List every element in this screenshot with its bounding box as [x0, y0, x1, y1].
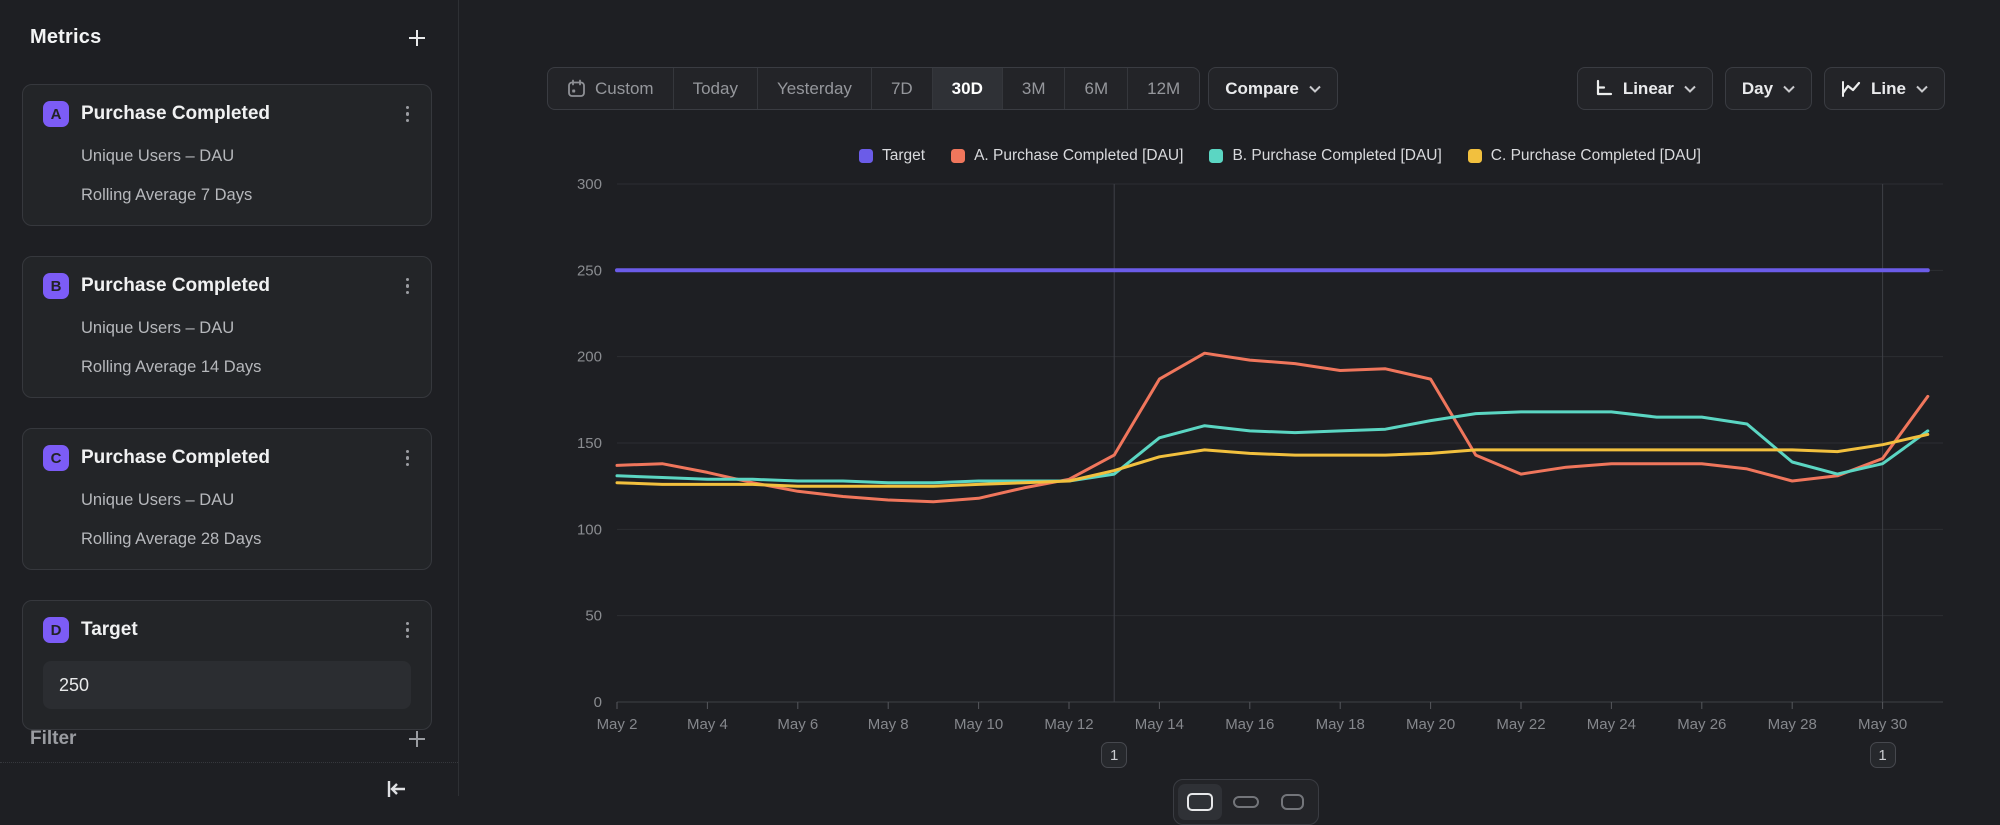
x-axis-tick-label: May 28	[1768, 716, 1817, 733]
chart-view-expanded-button[interactable]	[1178, 784, 1222, 820]
metric-detail-line: Rolling Average 28 Days	[81, 530, 411, 549]
metric-title: Purchase Completed	[81, 447, 404, 469]
metric-detail-line: Unique Users – DAU	[81, 147, 411, 166]
x-axis-tick-label: May 2	[597, 716, 638, 733]
kebab-menu-icon[interactable]	[404, 102, 412, 127]
annotation-badge[interactable]: 1	[1870, 742, 1896, 768]
metric-title: Purchase Completed	[81, 275, 404, 297]
x-axis-tick-label: May 18	[1316, 716, 1365, 733]
filter-section-title: Filter	[30, 728, 76, 750]
x-axis-tick-label: May 8	[868, 716, 909, 733]
metric-detail-line: Unique Users – DAU	[81, 319, 411, 338]
series-line[interactable]	[617, 353, 1928, 502]
target-value-input[interactable]: 250	[43, 661, 411, 709]
y-axis-tick-label: 50	[585, 608, 602, 625]
collapse-left-icon	[384, 777, 408, 797]
y-axis-tick-label: 300	[577, 176, 602, 193]
plus-icon	[406, 728, 428, 750]
chart-panel: CustomTodayYesterday7D30D3M6M12M Compare…	[460, 0, 2000, 796]
metrics-sidebar: Metrics A Purchase Completed Unique Users …	[0, 0, 459, 796]
filter-header: Filter	[0, 728, 458, 750]
metric-detail-line: Rolling Average 7 Days	[81, 186, 411, 205]
kebab-menu-icon[interactable]	[404, 446, 412, 471]
chart-view-compact-button[interactable]	[1270, 784, 1314, 820]
add-filter-button[interactable]	[406, 728, 428, 750]
series-line[interactable]	[617, 412, 1928, 483]
metric-card-header: A Purchase Completed	[43, 101, 411, 127]
metric-card-header: D Target	[43, 617, 411, 643]
collapse-sidebar-button[interactable]	[378, 776, 414, 801]
x-axis-tick-label: May 26	[1677, 716, 1726, 733]
chart-view-split-icon	[1233, 796, 1259, 808]
chart-view-switcher	[1173, 779, 1319, 825]
chart-view-split-button[interactable]	[1224, 784, 1268, 820]
chart-view-compact-icon	[1281, 794, 1304, 810]
metric-card-list: A Purchase Completed Unique Users – DAU Rol…	[22, 84, 432, 760]
x-axis-tick-label: May 14	[1135, 716, 1184, 733]
app-root: { "colors": { "background": "#1e1f23", "…	[0, 0, 2000, 796]
metrics-section-title: Metrics	[30, 26, 101, 49]
annotation-badge[interactable]: 1	[1101, 742, 1127, 768]
x-axis-tick-label: May 30	[1858, 716, 1907, 733]
add-metric-button[interactable]	[406, 27, 428, 49]
metric-card-d[interactable]: D Target 250	[22, 600, 432, 730]
y-axis-tick-label: 200	[577, 349, 602, 366]
metric-letter-badge: C	[43, 445, 69, 471]
series-line[interactable]	[617, 434, 1928, 486]
y-axis-tick-label: 100	[577, 521, 602, 538]
x-axis-tick-label: May 4	[687, 716, 728, 733]
metric-card-c[interactable]: C Purchase Completed Unique Users – DAU Rol…	[22, 428, 432, 570]
sidebar-divider	[0, 762, 458, 763]
y-axis-tick-label: 0	[594, 694, 602, 711]
x-axis-tick-label: May 24	[1587, 716, 1636, 733]
metric-card-header: B Purchase Completed	[43, 273, 411, 299]
x-axis-tick-label: May 22	[1496, 716, 1545, 733]
y-axis-tick-label: 250	[577, 262, 602, 279]
sidebar-header: Metrics	[0, 0, 458, 49]
x-axis-tick-label: May 6	[777, 716, 818, 733]
metric-letter-badge: D	[43, 617, 69, 643]
x-axis-tick-label: May 16	[1225, 716, 1274, 733]
kebab-menu-icon[interactable]	[404, 618, 412, 643]
metric-card-b[interactable]: B Purchase Completed Unique Users – DAU Rol…	[22, 256, 432, 398]
line-chart[interactable]: 0 50 100 150 200 250 300 May 2 May 4 May 6 May 8 Ma…	[460, 0, 2000, 796]
metric-detail-line: Unique Users – DAU	[81, 491, 411, 510]
x-axis-tick-label: May 10	[954, 716, 1003, 733]
metric-title: Purchase Completed	[81, 103, 404, 125]
plus-icon	[406, 27, 428, 49]
x-axis-tick-label: May 12	[1044, 716, 1093, 733]
y-axis-tick-label: 150	[577, 435, 602, 452]
kebab-menu-icon[interactable]	[404, 274, 412, 299]
metric-card-header: C Purchase Completed	[43, 445, 411, 471]
x-axis-tick-label: May 20	[1406, 716, 1455, 733]
metric-title: Target	[81, 619, 404, 641]
metric-card-a[interactable]: A Purchase Completed Unique Users – DAU Rol…	[22, 84, 432, 226]
metric-letter-badge: A	[43, 101, 69, 127]
metric-detail-line: Rolling Average 14 Days	[81, 358, 411, 377]
metric-letter-badge: B	[43, 273, 69, 299]
